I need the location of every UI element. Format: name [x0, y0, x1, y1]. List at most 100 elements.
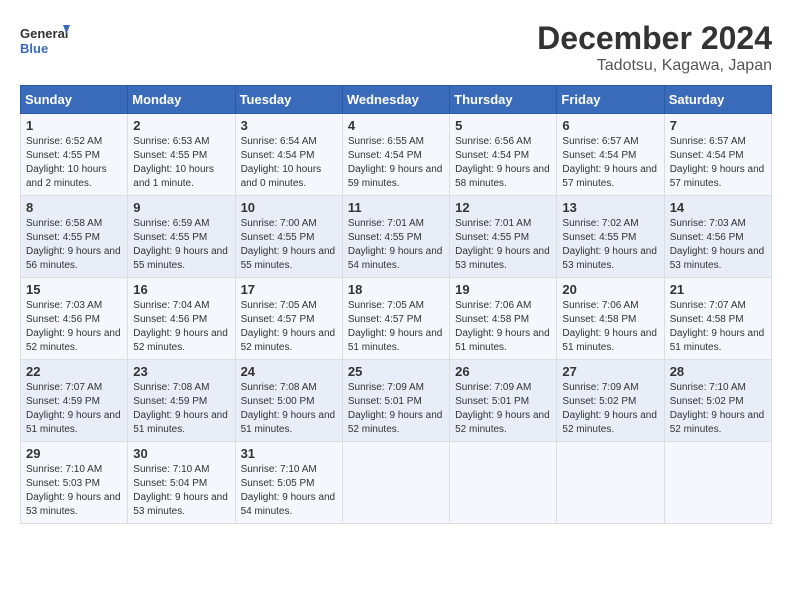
day-number: 28 [670, 364, 766, 379]
day-number: 3 [241, 118, 337, 133]
day-detail: Sunrise: 7:10 AMSunset: 5:04 PMDaylight:… [133, 464, 228, 517]
day-number: 27 [562, 364, 658, 379]
day-number: 16 [133, 282, 229, 297]
weekday-header-monday: Monday [128, 86, 235, 114]
day-number: 5 [455, 118, 551, 133]
day-number: 2 [133, 118, 229, 133]
day-detail: Sunrise: 7:04 AMSunset: 4:56 PMDaylight:… [133, 300, 228, 353]
day-number: 20 [562, 282, 658, 297]
svg-text:Blue: Blue [20, 41, 48, 56]
day-detail: Sunrise: 7:01 AMSunset: 4:55 PMDaylight:… [455, 218, 550, 271]
day-detail: Sunrise: 7:07 AMSunset: 4:59 PMDaylight:… [26, 382, 121, 435]
weekday-header-friday: Friday [557, 86, 664, 114]
day-detail: Sunrise: 7:09 AMSunset: 5:01 PMDaylight:… [348, 382, 443, 435]
day-number: 31 [241, 446, 337, 461]
logo: General Blue [20, 20, 70, 65]
day-detail: Sunrise: 7:10 AMSunset: 5:05 PMDaylight:… [241, 464, 336, 517]
day-detail: Sunrise: 7:10 AMSunset: 5:02 PMDaylight:… [670, 382, 765, 435]
calendar-cell: 28 Sunrise: 7:10 AMSunset: 5:02 PMDaylig… [664, 360, 771, 442]
weekday-header-thursday: Thursday [450, 86, 557, 114]
header: General Blue December 2024 Tadotsu, Kaga… [20, 20, 772, 75]
weekday-header-tuesday: Tuesday [235, 86, 342, 114]
calendar-cell [557, 442, 664, 524]
calendar-cell: 22 Sunrise: 7:07 AMSunset: 4:59 PMDaylig… [21, 360, 128, 442]
calendar-cell: 27 Sunrise: 7:09 AMSunset: 5:02 PMDaylig… [557, 360, 664, 442]
page-title: December 2024 [537, 20, 772, 57]
day-detail: Sunrise: 6:57 AMSunset: 4:54 PMDaylight:… [562, 136, 657, 189]
title-area: December 2024 Tadotsu, Kagawa, Japan [537, 20, 772, 75]
page-subtitle: Tadotsu, Kagawa, Japan [537, 57, 772, 75]
calendar-cell: 16 Sunrise: 7:04 AMSunset: 4:56 PMDaylig… [128, 278, 235, 360]
day-number: 26 [455, 364, 551, 379]
day-detail: Sunrise: 6:54 AMSunset: 4:54 PMDaylight:… [241, 136, 322, 189]
calendar-cell: 7 Sunrise: 6:57 AMSunset: 4:54 PMDayligh… [664, 114, 771, 196]
day-detail: Sunrise: 6:57 AMSunset: 4:54 PMDaylight:… [670, 136, 765, 189]
day-detail: Sunrise: 7:01 AMSunset: 4:55 PMDaylight:… [348, 218, 443, 271]
day-number: 21 [670, 282, 766, 297]
day-detail: Sunrise: 7:09 AMSunset: 5:02 PMDaylight:… [562, 382, 657, 435]
day-number: 1 [26, 118, 122, 133]
weekday-header-sunday: Sunday [21, 86, 128, 114]
day-number: 25 [348, 364, 444, 379]
day-detail: Sunrise: 7:07 AMSunset: 4:58 PMDaylight:… [670, 300, 765, 353]
day-detail: Sunrise: 7:08 AMSunset: 4:59 PMDaylight:… [133, 382, 228, 435]
calendar-cell: 1 Sunrise: 6:52 AMSunset: 4:55 PMDayligh… [21, 114, 128, 196]
calendar-cell: 12 Sunrise: 7:01 AMSunset: 4:55 PMDaylig… [450, 196, 557, 278]
day-detail: Sunrise: 6:52 AMSunset: 4:55 PMDaylight:… [26, 136, 107, 189]
day-detail: Sunrise: 6:58 AMSunset: 4:55 PMDaylight:… [26, 218, 121, 271]
calendar-cell: 10 Sunrise: 7:00 AMSunset: 4:55 PMDaylig… [235, 196, 342, 278]
day-detail: Sunrise: 6:53 AMSunset: 4:55 PMDaylight:… [133, 136, 214, 189]
day-detail: Sunrise: 6:59 AMSunset: 4:55 PMDaylight:… [133, 218, 228, 271]
day-detail: Sunrise: 7:09 AMSunset: 5:01 PMDaylight:… [455, 382, 550, 435]
calendar-cell: 26 Sunrise: 7:09 AMSunset: 5:01 PMDaylig… [450, 360, 557, 442]
day-number: 29 [26, 446, 122, 461]
calendar-cell: 3 Sunrise: 6:54 AMSunset: 4:54 PMDayligh… [235, 114, 342, 196]
calendar-cell: 24 Sunrise: 7:08 AMSunset: 5:00 PMDaylig… [235, 360, 342, 442]
day-number: 17 [241, 282, 337, 297]
calendar-cell: 20 Sunrise: 7:06 AMSunset: 4:58 PMDaylig… [557, 278, 664, 360]
calendar-cell: 17 Sunrise: 7:05 AMSunset: 4:57 PMDaylig… [235, 278, 342, 360]
calendar-cell [664, 442, 771, 524]
day-number: 30 [133, 446, 229, 461]
calendar-cell: 14 Sunrise: 7:03 AMSunset: 4:56 PMDaylig… [664, 196, 771, 278]
calendar-cell: 2 Sunrise: 6:53 AMSunset: 4:55 PMDayligh… [128, 114, 235, 196]
calendar-cell: 21 Sunrise: 7:07 AMSunset: 4:58 PMDaylig… [664, 278, 771, 360]
day-detail: Sunrise: 7:03 AMSunset: 4:56 PMDaylight:… [670, 218, 765, 271]
day-number: 4 [348, 118, 444, 133]
calendar-cell: 30 Sunrise: 7:10 AMSunset: 5:04 PMDaylig… [128, 442, 235, 524]
day-number: 14 [670, 200, 766, 215]
calendar-cell: 15 Sunrise: 7:03 AMSunset: 4:56 PMDaylig… [21, 278, 128, 360]
calendar-cell: 5 Sunrise: 6:56 AMSunset: 4:54 PMDayligh… [450, 114, 557, 196]
calendar-table: SundayMondayTuesdayWednesdayThursdayFrid… [20, 85, 772, 524]
svg-text:General: General [20, 26, 68, 41]
calendar-cell: 25 Sunrise: 7:09 AMSunset: 5:01 PMDaylig… [342, 360, 449, 442]
calendar-cell: 13 Sunrise: 7:02 AMSunset: 4:55 PMDaylig… [557, 196, 664, 278]
calendar-cell: 11 Sunrise: 7:01 AMSunset: 4:55 PMDaylig… [342, 196, 449, 278]
day-detail: Sunrise: 6:55 AMSunset: 4:54 PMDaylight:… [348, 136, 443, 189]
calendar-cell [450, 442, 557, 524]
day-number: 23 [133, 364, 229, 379]
calendar-cell: 4 Sunrise: 6:55 AMSunset: 4:54 PMDayligh… [342, 114, 449, 196]
calendar-cell: 9 Sunrise: 6:59 AMSunset: 4:55 PMDayligh… [128, 196, 235, 278]
day-number: 7 [670, 118, 766, 133]
day-detail: Sunrise: 7:00 AMSunset: 4:55 PMDaylight:… [241, 218, 336, 271]
calendar-cell: 23 Sunrise: 7:08 AMSunset: 4:59 PMDaylig… [128, 360, 235, 442]
day-number: 24 [241, 364, 337, 379]
day-detail: Sunrise: 7:10 AMSunset: 5:03 PMDaylight:… [26, 464, 121, 517]
day-number: 13 [562, 200, 658, 215]
calendar-cell: 29 Sunrise: 7:10 AMSunset: 5:03 PMDaylig… [21, 442, 128, 524]
day-number: 11 [348, 200, 444, 215]
weekday-header-saturday: Saturday [664, 86, 771, 114]
day-number: 6 [562, 118, 658, 133]
day-detail: Sunrise: 7:05 AMSunset: 4:57 PMDaylight:… [241, 300, 336, 353]
calendar-cell [342, 442, 449, 524]
day-detail: Sunrise: 7:08 AMSunset: 5:00 PMDaylight:… [241, 382, 336, 435]
weekday-header-wednesday: Wednesday [342, 86, 449, 114]
calendar-cell: 18 Sunrise: 7:05 AMSunset: 4:57 PMDaylig… [342, 278, 449, 360]
day-number: 10 [241, 200, 337, 215]
calendar-cell: 31 Sunrise: 7:10 AMSunset: 5:05 PMDaylig… [235, 442, 342, 524]
day-number: 15 [26, 282, 122, 297]
day-number: 22 [26, 364, 122, 379]
day-detail: Sunrise: 7:05 AMSunset: 4:57 PMDaylight:… [348, 300, 443, 353]
calendar-cell: 6 Sunrise: 6:57 AMSunset: 4:54 PMDayligh… [557, 114, 664, 196]
